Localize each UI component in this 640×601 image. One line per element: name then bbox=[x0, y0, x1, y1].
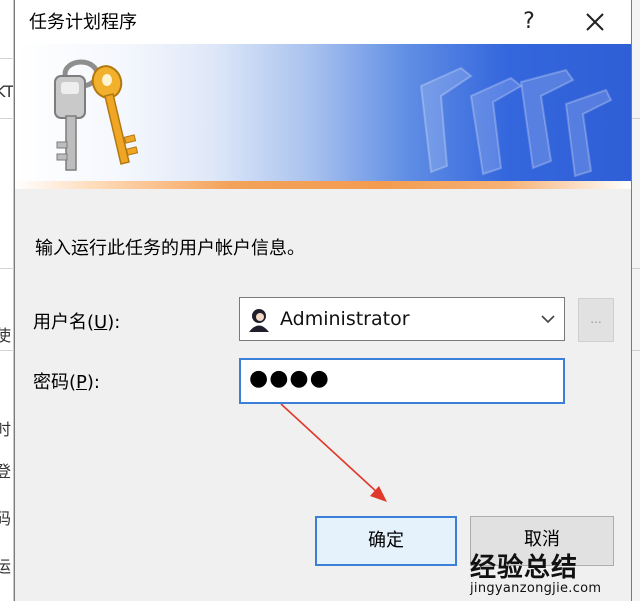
background-text-fragment: 时 bbox=[0, 420, 12, 439]
header-banner bbox=[15, 44, 631, 189]
watermark-title: 经验总结 bbox=[470, 553, 579, 583]
close-icon bbox=[586, 13, 604, 31]
background-window: KT 使 时 登 码 运 bbox=[0, 0, 14, 601]
banner-decoration bbox=[419, 66, 613, 178]
background-text-fragment: 码 bbox=[0, 509, 12, 528]
password-masked-value: ●●●● bbox=[249, 366, 330, 391]
chevron-down-icon[interactable] bbox=[540, 312, 556, 326]
watermark: 经验总结 jingyanzongjie.com bbox=[470, 547, 636, 597]
browse-user-button[interactable]: ... bbox=[578, 298, 614, 342]
background-text-fragment: KT bbox=[0, 82, 13, 101]
password-label: 密码(P): bbox=[33, 372, 100, 393]
credentials-dialog: 任务计划程序 ? 输入运行此任务的用户帐户信息。 用户名(U): Adminis… bbox=[14, 0, 632, 601]
keys-icon bbox=[54, 59, 139, 171]
background-text-fragment: 使 bbox=[0, 326, 12, 345]
help-button[interactable]: ? bbox=[511, 4, 547, 40]
watermark-url: jingyanzongjie.com bbox=[470, 581, 602, 596]
ok-button[interactable]: 确定 bbox=[315, 516, 457, 566]
instruction-text: 输入运行此任务的用户帐户信息。 bbox=[35, 238, 305, 259]
user-avatar-icon bbox=[249, 309, 269, 332]
username-value: Administrator bbox=[280, 308, 410, 330]
background-text-fragment: 登 bbox=[0, 462, 12, 481]
username-label: 用户名(U): bbox=[33, 312, 121, 333]
close-button[interactable] bbox=[577, 4, 613, 40]
background-text-fragment: 运 bbox=[0, 557, 12, 576]
title-bar: 任务计划程序 ? bbox=[15, 0, 631, 44]
username-combobox[interactable]: Administrator bbox=[239, 297, 565, 341]
password-field[interactable]: ●●●● bbox=[239, 358, 565, 404]
dialog-title: 任务计划程序 bbox=[29, 12, 137, 33]
banner-accent-stripe bbox=[15, 181, 631, 189]
